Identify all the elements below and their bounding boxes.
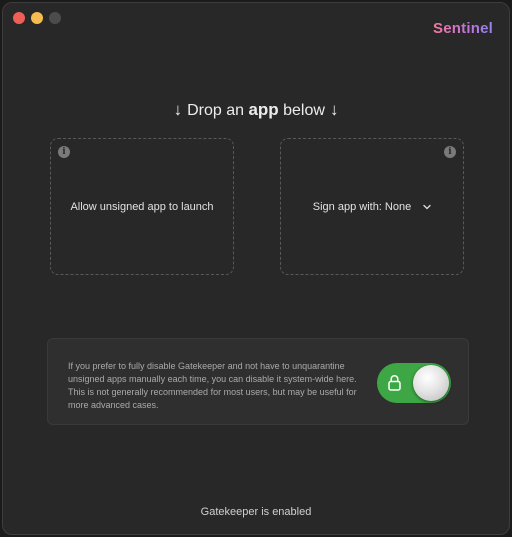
gatekeeper-toggle[interactable] [377,363,451,403]
info-icon[interactable]: i [58,146,70,158]
maximize-window-button[interactable] [49,12,61,24]
drop-suffix: below [283,102,325,119]
app-window: Sentinel ↓ Drop an app below ↓ i Allow uns… [2,2,510,535]
gatekeeper-description: If you prefer to fully disable Gatekeepe… [68,361,357,410]
drop-emphasis: app [248,100,279,119]
allow-unsigned-dropzone[interactable]: i Allow unsigned app to launch [50,138,234,275]
minimize-window-button[interactable] [31,12,43,24]
app-brand-title: Sentinel [433,20,493,37]
drop-instruction: ↓ Drop an app below ↓ [3,100,509,120]
arrow-down-icon: ↓ [173,100,183,119]
gatekeeper-status: Gatekeeper is enabled [200,506,312,518]
allow-unsigned-label: Allow unsigned app to launch [70,200,214,213]
sign-identity-select[interactable]: Sign app with: None [313,201,431,213]
drop-prefix: Drop an [187,102,244,119]
chevron-down-icon[interactable] [423,201,431,213]
toggle-knob[interactable] [413,365,449,401]
lock-icon [388,374,401,396]
gatekeeper-panel: If you prefer to fully disable Gatekeepe… [47,338,469,425]
info-icon[interactable]: i [444,146,456,158]
close-window-button[interactable] [13,12,25,24]
arrow-down-icon: ↓ [329,100,339,119]
sign-select-label: Sign app with: None [312,200,412,213]
sign-app-dropzone[interactable]: i Sign app with: None [280,138,464,275]
